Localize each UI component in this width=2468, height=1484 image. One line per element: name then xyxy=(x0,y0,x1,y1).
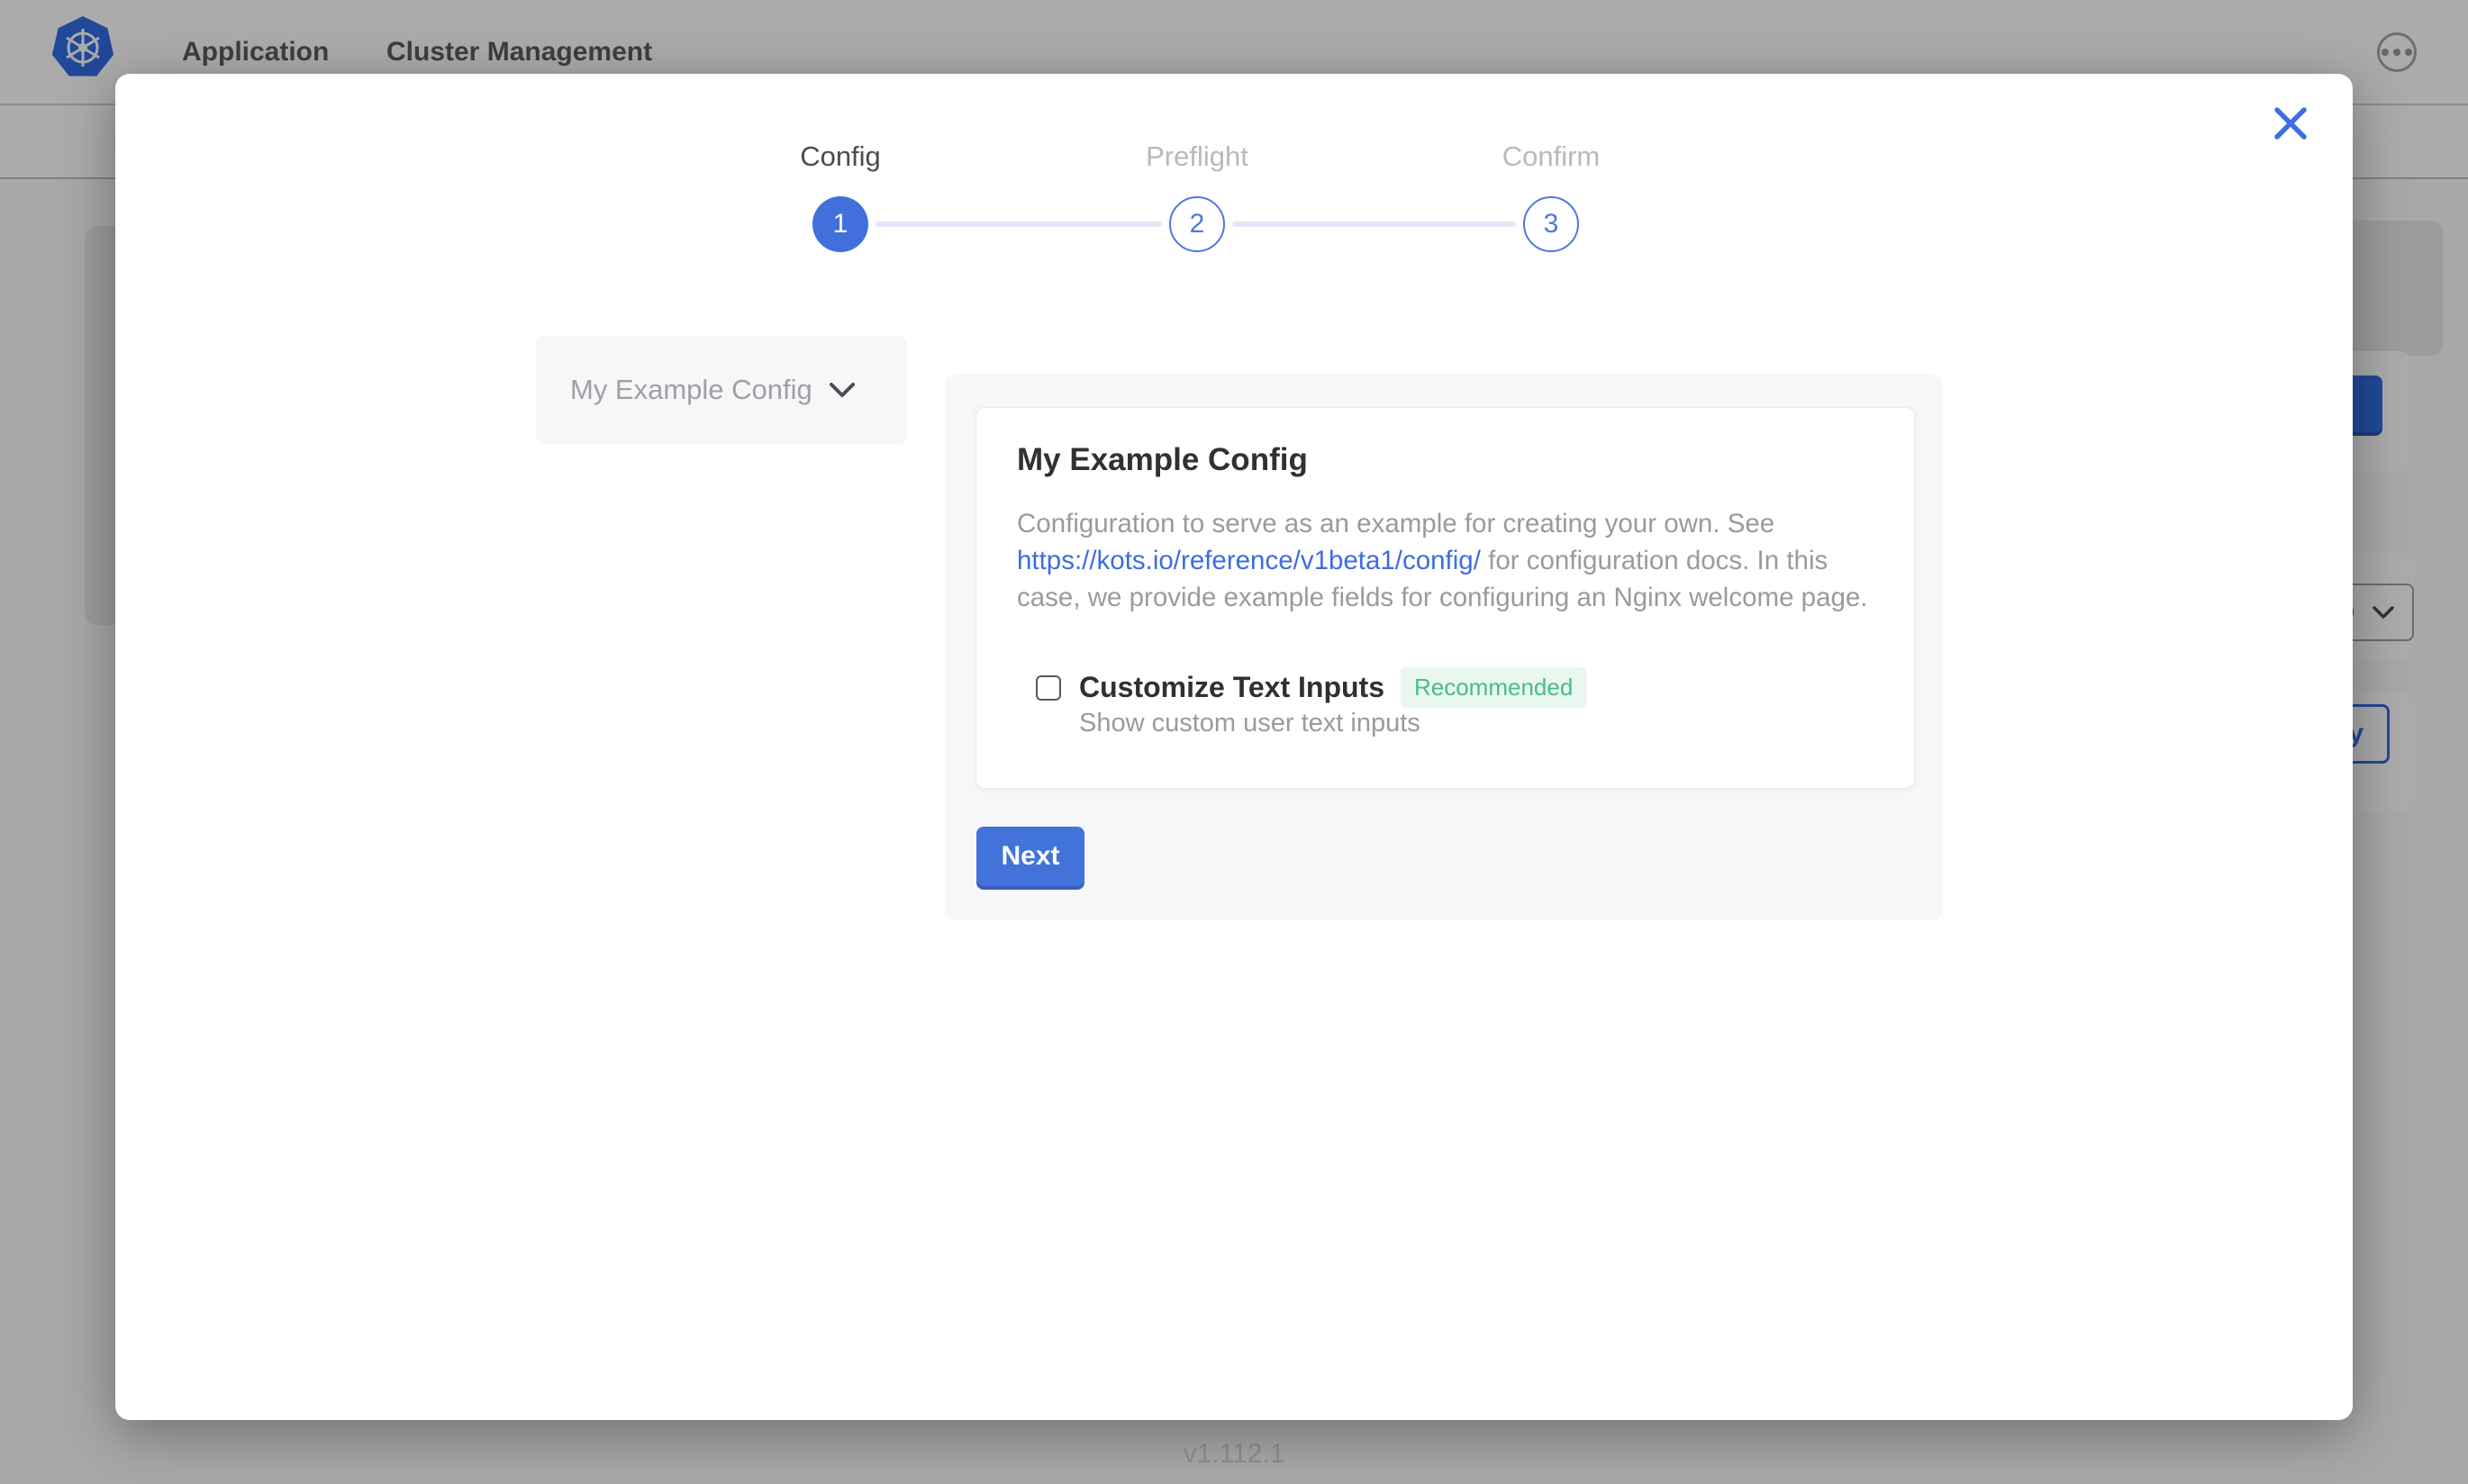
next-button[interactable]: Next xyxy=(976,827,1084,886)
config-group-card: My Example Config Configuration to serve… xyxy=(975,407,1915,789)
step-connector xyxy=(876,222,1162,227)
chevron-down-icon xyxy=(829,382,856,398)
customize-text-inputs-row: Customize Text Inputs Recommended xyxy=(1036,667,1586,708)
config-group-dropdown[interactable]: My Example Config xyxy=(536,336,907,444)
config-docs-link[interactable]: https://kots.io/reference/v1beta1/config… xyxy=(1017,546,1481,575)
step-label-config: Config xyxy=(723,140,957,173)
config-wizard-modal: Config Preflight Confirm 1 2 3 My Exampl… xyxy=(115,74,2353,1420)
step-circle-3[interactable]: 3 xyxy=(1523,196,1579,252)
config-group-title: My Example Config xyxy=(1017,442,1308,478)
customize-text-inputs-help: Show custom user text inputs xyxy=(1079,709,1420,738)
customize-text-inputs-label[interactable]: Customize Text Inputs xyxy=(1079,671,1384,704)
close-icon[interactable] xyxy=(2270,103,2311,144)
config-group-description: Configuration to serve as an example for… xyxy=(1017,505,1886,616)
step-circle-1[interactable]: 1 xyxy=(812,196,868,252)
recommended-badge: Recommended xyxy=(1401,667,1586,708)
config-group-dropdown-label: My Example Config xyxy=(570,374,812,406)
customize-text-inputs-checkbox[interactable] xyxy=(1036,675,1061,701)
step-label-confirm: Confirm xyxy=(1434,140,1668,173)
step-connector xyxy=(1232,222,1516,227)
step-label-preflight: Preflight xyxy=(1080,140,1314,173)
step-circle-2[interactable]: 2 xyxy=(1169,196,1225,252)
config-panel: My Example Config Configuration to serve… xyxy=(945,374,1943,920)
